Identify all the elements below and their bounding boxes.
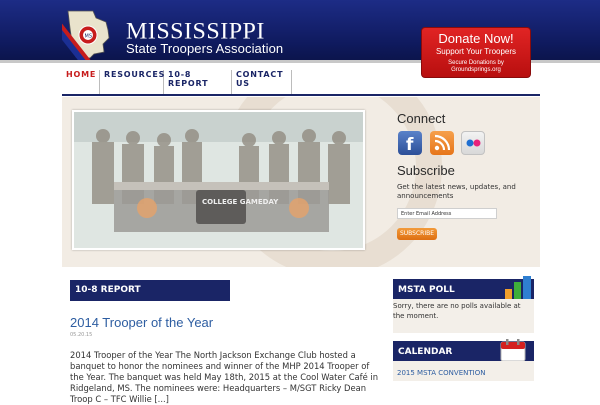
post-excerpt: 2014 Trooper of the Year The North Jacks… xyxy=(70,350,379,404)
poll-heading: MSTA POLL xyxy=(398,285,455,295)
donate-sublabel: Support Your Troopers xyxy=(435,47,517,56)
email-input[interactable]: Enter Email Address xyxy=(397,208,497,219)
post-title-link[interactable]: 2014 Trooper of the Year xyxy=(70,315,213,330)
subscribe-heading: Subscribe xyxy=(397,163,455,178)
donate-label: Donate Now! xyxy=(438,31,514,46)
calendar-event-link[interactable]: 2015 MSTA CONVENTION xyxy=(397,369,485,377)
nav-underline xyxy=(62,94,540,96)
calendar-icon xyxy=(500,339,526,362)
featured-photo[interactable]: COLLEGE GAMEDAY xyxy=(72,110,365,250)
flickr-icon[interactable] xyxy=(461,131,485,155)
poll-body: Sorry, there are no polls available at t… xyxy=(393,299,534,333)
facebook-icon[interactable]: f xyxy=(398,131,422,155)
nav-item-10-8-report[interactable]: 10-8 REPORT xyxy=(164,70,232,94)
report-section-header: 10-8 REPORT xyxy=(70,280,230,301)
donate-secure-text: Secure Donations by xyxy=(448,60,504,66)
svg-text:MS: MS xyxy=(85,34,93,40)
subscribe-button[interactable]: SUBSCRIBE xyxy=(397,228,437,240)
site-subtitle: State Troopers Association xyxy=(126,41,284,56)
nav-item-resources[interactable]: RESOURCES xyxy=(100,70,164,94)
msta-logo[interactable]: MS xyxy=(62,8,114,60)
connect-heading: Connect xyxy=(397,111,446,126)
calendar-heading: CALENDAR xyxy=(398,347,453,357)
nav-item-home[interactable]: HOME xyxy=(62,70,100,94)
svg-text:f: f xyxy=(406,135,414,155)
donate-provider-text: Groundsprings.org xyxy=(451,67,501,73)
featured-photo-image: COLLEGE GAMEDAY xyxy=(74,112,363,248)
rss-icon[interactable] xyxy=(430,131,454,155)
poll-message: Sorry, there are no polls available at t… xyxy=(393,302,521,320)
bar-chart-icon xyxy=(505,276,531,301)
main-nav: HOME RESOURCES 10-8 REPORT CONTACT US xyxy=(62,70,292,94)
subscribe-description: Get the latest news, updates, and announ… xyxy=(397,183,516,200)
site-title: MISSISSIPPI xyxy=(126,19,265,45)
post-date: 05.20.15 xyxy=(70,332,93,338)
nav-item-contact-us[interactable]: CONTACT US xyxy=(232,70,292,94)
donate-button[interactable]: Donate Now! Support Your Troopers Secure… xyxy=(421,27,531,78)
photo-banner-text: COLLEGE GAMEDAY xyxy=(202,198,279,206)
